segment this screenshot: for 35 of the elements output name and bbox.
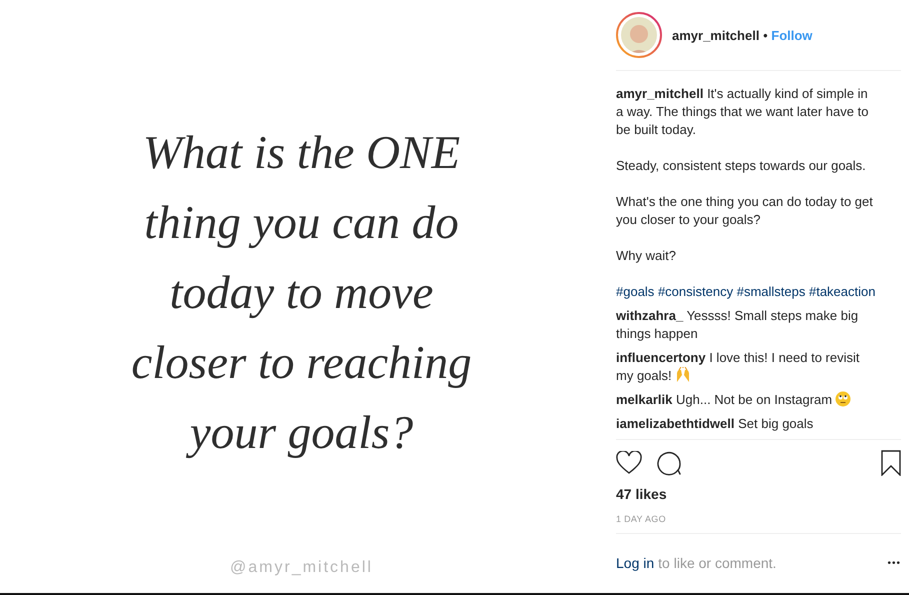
quote-line: thing you can do — [144, 196, 459, 251]
caption-text: amyr_mitchell It's actually kind of simple in a way. The things that we want later have to be built today. — [616, 85, 870, 139]
caption-username[interactable]: amyr_mitchell — [616, 86, 704, 101]
more-options-button[interactable]: ••• — [887, 558, 901, 568]
caption-text: Steady, consistent steps towards our goals. — [616, 157, 867, 175]
hashtag-link[interactable]: #takeaction — [808, 284, 876, 299]
comment-username[interactable]: influencertony — [616, 350, 706, 365]
quote-line: today to move — [170, 266, 434, 321]
post-time: 1 DAY AGO — [616, 514, 667, 524]
hashtag-link[interactable]: #goals — [616, 284, 654, 299]
login-prompt: to like or comment. — [658, 555, 776, 571]
caption-text: What's the one thing you can do today to get you closer to your goals? — [616, 193, 874, 229]
avatar[interactable] — [616, 12, 662, 58]
separator-dot: • — [763, 28, 768, 42]
comment-username[interactable]: melkarlik — [616, 392, 672, 407]
comment-text: melkarlik Ugh... Not be on Instagram — [616, 391, 878, 409]
quote-line: closer to reaching — [131, 336, 472, 391]
likes-count: 47 likes — [616, 486, 668, 502]
hashtag-link[interactable]: #smallsteps — [736, 284, 806, 299]
raised-hands-icon — [674, 367, 691, 383]
image-handle: @amyr_mitchell — [230, 559, 373, 577]
comment-text: influencertony I love this! I need to revisit my goals! — [616, 349, 860, 385]
comment-text: withzahra_ Yessss! Small steps make big things happen — [616, 307, 860, 343]
login-link[interactable]: Log in — [616, 555, 654, 571]
hashtag-link[interactable]: #consistency — [658, 284, 734, 299]
quote-line: What is the ONE — [142, 126, 460, 181]
eye-roll-emoji-icon — [835, 391, 852, 407]
comment-username[interactable]: iamelizabethtidwell — [616, 416, 734, 431]
caption-text: Why wait? — [616, 247, 677, 265]
heart-icon[interactable] — [616, 451, 642, 475]
comment-text: iamelizabethtidwell Set big goals — [616, 415, 814, 433]
username[interactable]: amyr_mitchell — [672, 28, 760, 42]
comment-icon[interactable] — [656, 450, 682, 476]
bookmark-icon[interactable] — [881, 450, 901, 476]
comment-username[interactable]: withzahra_ — [616, 308, 684, 323]
